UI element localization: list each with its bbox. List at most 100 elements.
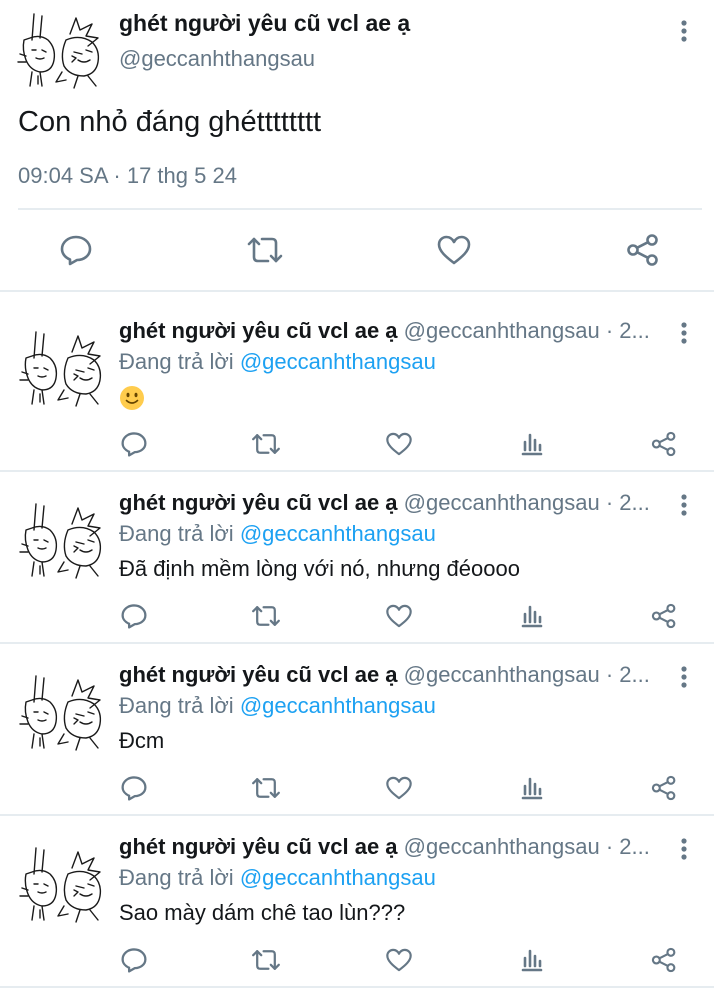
replying-to: Đang trả lời @geccanhthangsau xyxy=(119,691,436,721)
retweet-button[interactable] xyxy=(248,598,284,634)
reply-tweet[interactable]: ghét người yêu cũ vcl ae ạ @geccanhthang… xyxy=(0,472,714,644)
more-vertical-icon xyxy=(681,322,687,344)
analytics-button[interactable] xyxy=(514,426,550,462)
retweet-button[interactable] xyxy=(248,942,284,978)
reply-time[interactable]: 2... xyxy=(619,490,650,515)
like-button[interactable] xyxy=(434,228,474,272)
more-options-button[interactable] xyxy=(672,487,696,523)
reply-icon xyxy=(121,604,147,629)
mention-link[interactable]: @geccanhthangsau xyxy=(240,693,436,718)
analytics-icon xyxy=(521,433,543,456)
avatar[interactable] xyxy=(12,10,104,90)
share-button[interactable] xyxy=(646,942,682,978)
reply-text: Đã định mềm lòng với nó, nhưng đéoooo xyxy=(119,556,520,581)
reply-icon xyxy=(121,948,147,973)
share-button[interactable] xyxy=(623,228,663,272)
reply-tweet[interactable]: ghét người yêu cũ vcl ae ạ @geccanhthang… xyxy=(0,816,714,988)
author-name[interactable]: ghét người yêu cũ vcl ae ạ xyxy=(119,8,410,38)
reply-actions xyxy=(0,770,714,806)
reply-button[interactable] xyxy=(116,426,152,462)
avatar[interactable] xyxy=(14,500,106,580)
author-handle[interactable]: @geccanhthangsau xyxy=(404,834,600,859)
author-name[interactable]: ghét người yêu cũ vcl ae ạ xyxy=(119,662,398,687)
reply-time[interactable]: 2... xyxy=(619,318,650,343)
reply-header: ghét người yêu cũ vcl ae ạ @geccanhthang… xyxy=(119,488,665,518)
retweet-icon xyxy=(252,950,280,970)
more-options-button[interactable] xyxy=(672,659,696,695)
replying-to-label: Đang trả lời xyxy=(119,521,234,546)
author-name[interactable]: ghét người yêu cũ vcl ae ạ xyxy=(119,490,398,515)
reply-button[interactable] xyxy=(56,228,96,272)
separator: · xyxy=(605,662,614,687)
reply-button[interactable] xyxy=(116,942,152,978)
reply-tweet[interactable]: ghét người yêu cũ vcl ae ạ @geccanhthang… xyxy=(0,300,714,472)
separator: · xyxy=(605,490,614,515)
reply-header: ghét người yêu cũ vcl ae ạ @geccanhthang… xyxy=(119,660,665,690)
like-button[interactable] xyxy=(381,426,417,462)
more-options-button[interactable] xyxy=(672,831,696,867)
reply-actions xyxy=(0,598,714,634)
retweet-button[interactable] xyxy=(245,228,285,272)
more-vertical-icon xyxy=(681,20,687,42)
like-button[interactable] xyxy=(381,770,417,806)
author-name[interactable]: ghét người yêu cũ vcl ae ạ xyxy=(119,834,398,859)
tweet-text: Con nhỏ đáng ghétttttttt xyxy=(18,106,322,138)
separator: · xyxy=(605,318,614,343)
like-icon xyxy=(386,776,412,800)
more-vertical-icon xyxy=(681,838,687,860)
reply-tweet[interactable]: ghét người yêu cũ vcl ae ạ @geccanhthang… xyxy=(0,644,714,816)
like-icon xyxy=(386,948,412,972)
like-icon xyxy=(386,604,412,628)
analytics-button[interactable] xyxy=(514,942,550,978)
replying-to: Đang trả lời @geccanhthangsau xyxy=(119,519,436,549)
like-icon xyxy=(437,235,471,265)
more-options-button[interactable] xyxy=(672,315,696,351)
avatar[interactable] xyxy=(14,328,106,408)
mention-link[interactable]: @geccanhthangsau xyxy=(240,349,436,374)
like-icon xyxy=(386,432,412,456)
reply-button[interactable] xyxy=(116,770,152,806)
reply-icon xyxy=(121,776,147,801)
reply-header: ghét người yêu cũ vcl ae ạ @geccanhthang… xyxy=(119,832,665,862)
author-name[interactable]: ghét người yêu cũ vcl ae ạ xyxy=(119,318,398,343)
reply-time[interactable]: 2... xyxy=(619,662,650,687)
reply-icon xyxy=(121,432,147,457)
author-handle[interactable]: @geccanhthangsau xyxy=(404,490,600,515)
replying-to-label: Đang trả lời xyxy=(119,865,234,890)
share-button[interactable] xyxy=(646,770,682,806)
reply-header: ghét người yêu cũ vcl ae ạ @geccanhthang… xyxy=(119,316,665,346)
more-vertical-icon xyxy=(681,666,687,688)
more-options-button[interactable] xyxy=(672,13,696,49)
author-handle[interactable]: @geccanhthangsau xyxy=(404,318,600,343)
tweet-timestamp[interactable]: 09:04 SA · 17 thg 5 24 xyxy=(18,161,237,191)
retweet-button[interactable] xyxy=(248,770,284,806)
reply-text xyxy=(119,381,145,413)
avatar[interactable] xyxy=(14,672,106,752)
author-handle[interactable]: @geccanhthangsau xyxy=(404,662,600,687)
retweet-icon xyxy=(252,606,280,626)
replying-to-label: Đang trả lời xyxy=(119,349,234,374)
analytics-icon xyxy=(521,605,543,628)
mention-link[interactable]: @geccanhthangsau xyxy=(240,865,436,890)
main-tweet: ghét người yêu cũ vcl ae ạ @geccanhthang… xyxy=(0,0,714,292)
reply-button[interactable] xyxy=(116,598,152,634)
share-button[interactable] xyxy=(646,598,682,634)
share-button[interactable] xyxy=(646,426,682,462)
like-button[interactable] xyxy=(381,598,417,634)
author-handle[interactable]: @geccanhthangsau xyxy=(119,44,315,74)
retweet-icon xyxy=(252,778,280,798)
more-vertical-icon xyxy=(681,494,687,516)
replying-to-label: Đang trả lời xyxy=(119,693,234,718)
analytics-button[interactable] xyxy=(514,598,550,634)
reply-time[interactable]: 2... xyxy=(619,834,650,859)
retweet-button[interactable] xyxy=(248,426,284,462)
analytics-icon xyxy=(521,777,543,800)
like-button[interactable] xyxy=(381,942,417,978)
mention-link[interactable]: @geccanhthangsau xyxy=(240,521,436,546)
avatar[interactable] xyxy=(14,844,106,924)
divider xyxy=(18,208,702,210)
analytics-button[interactable] xyxy=(514,770,550,806)
tweet-actions xyxy=(0,228,714,272)
share-icon xyxy=(651,603,676,629)
analytics-icon xyxy=(521,949,543,972)
